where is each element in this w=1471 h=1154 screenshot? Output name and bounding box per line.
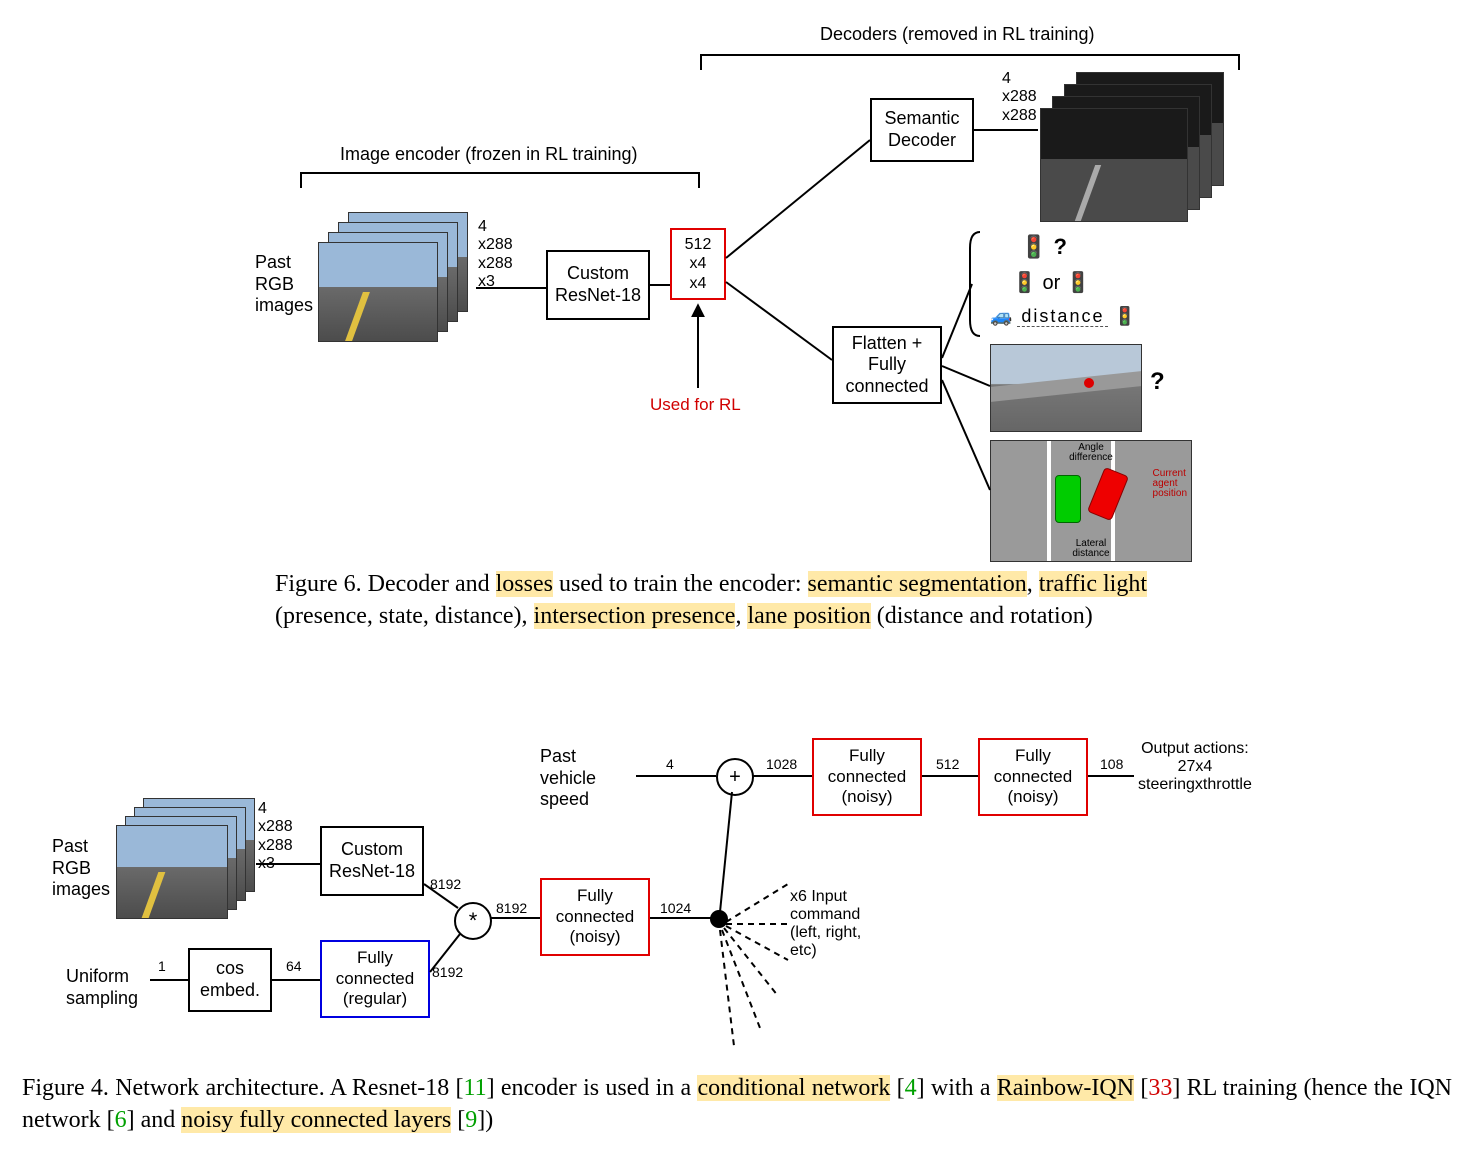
figB-wires <box>0 0 1471 1154</box>
capB-mid3: ] with a <box>917 1075 997 1101</box>
capB-cite6: 6 <box>115 1107 127 1133</box>
capB-cite11: 11 <box>463 1075 486 1101</box>
caption-fig4: Figure 4. Network architecture. A Resnet… <box>22 1072 1452 1137</box>
capB-cite33: 33 <box>1148 1075 1172 1101</box>
capB-mid6: ] and <box>127 1107 182 1133</box>
capB-mid7: [ <box>451 1107 465 1133</box>
capB-noisyfc: noisy fully connected layers <box>181 1107 451 1133</box>
capB-condnet: conditional network <box>697 1075 890 1101</box>
capB-cite4: 4 <box>905 1075 917 1101</box>
capB-tail: ]) <box>477 1107 493 1133</box>
capB-mid4: [ <box>1134 1075 1148 1101</box>
capB-cite9: 9 <box>465 1107 477 1133</box>
capB-prefix: Figure 4. Network architecture. A Resnet… <box>22 1075 463 1101</box>
page: Image encoder (frozen in RL training) De… <box>0 0 1471 1154</box>
capB-rainbow: Rainbow-IQN <box>997 1075 1134 1101</box>
capB-mid1: ] encoder is used in a <box>487 1075 698 1101</box>
capB-mid2: [ <box>890 1075 904 1101</box>
